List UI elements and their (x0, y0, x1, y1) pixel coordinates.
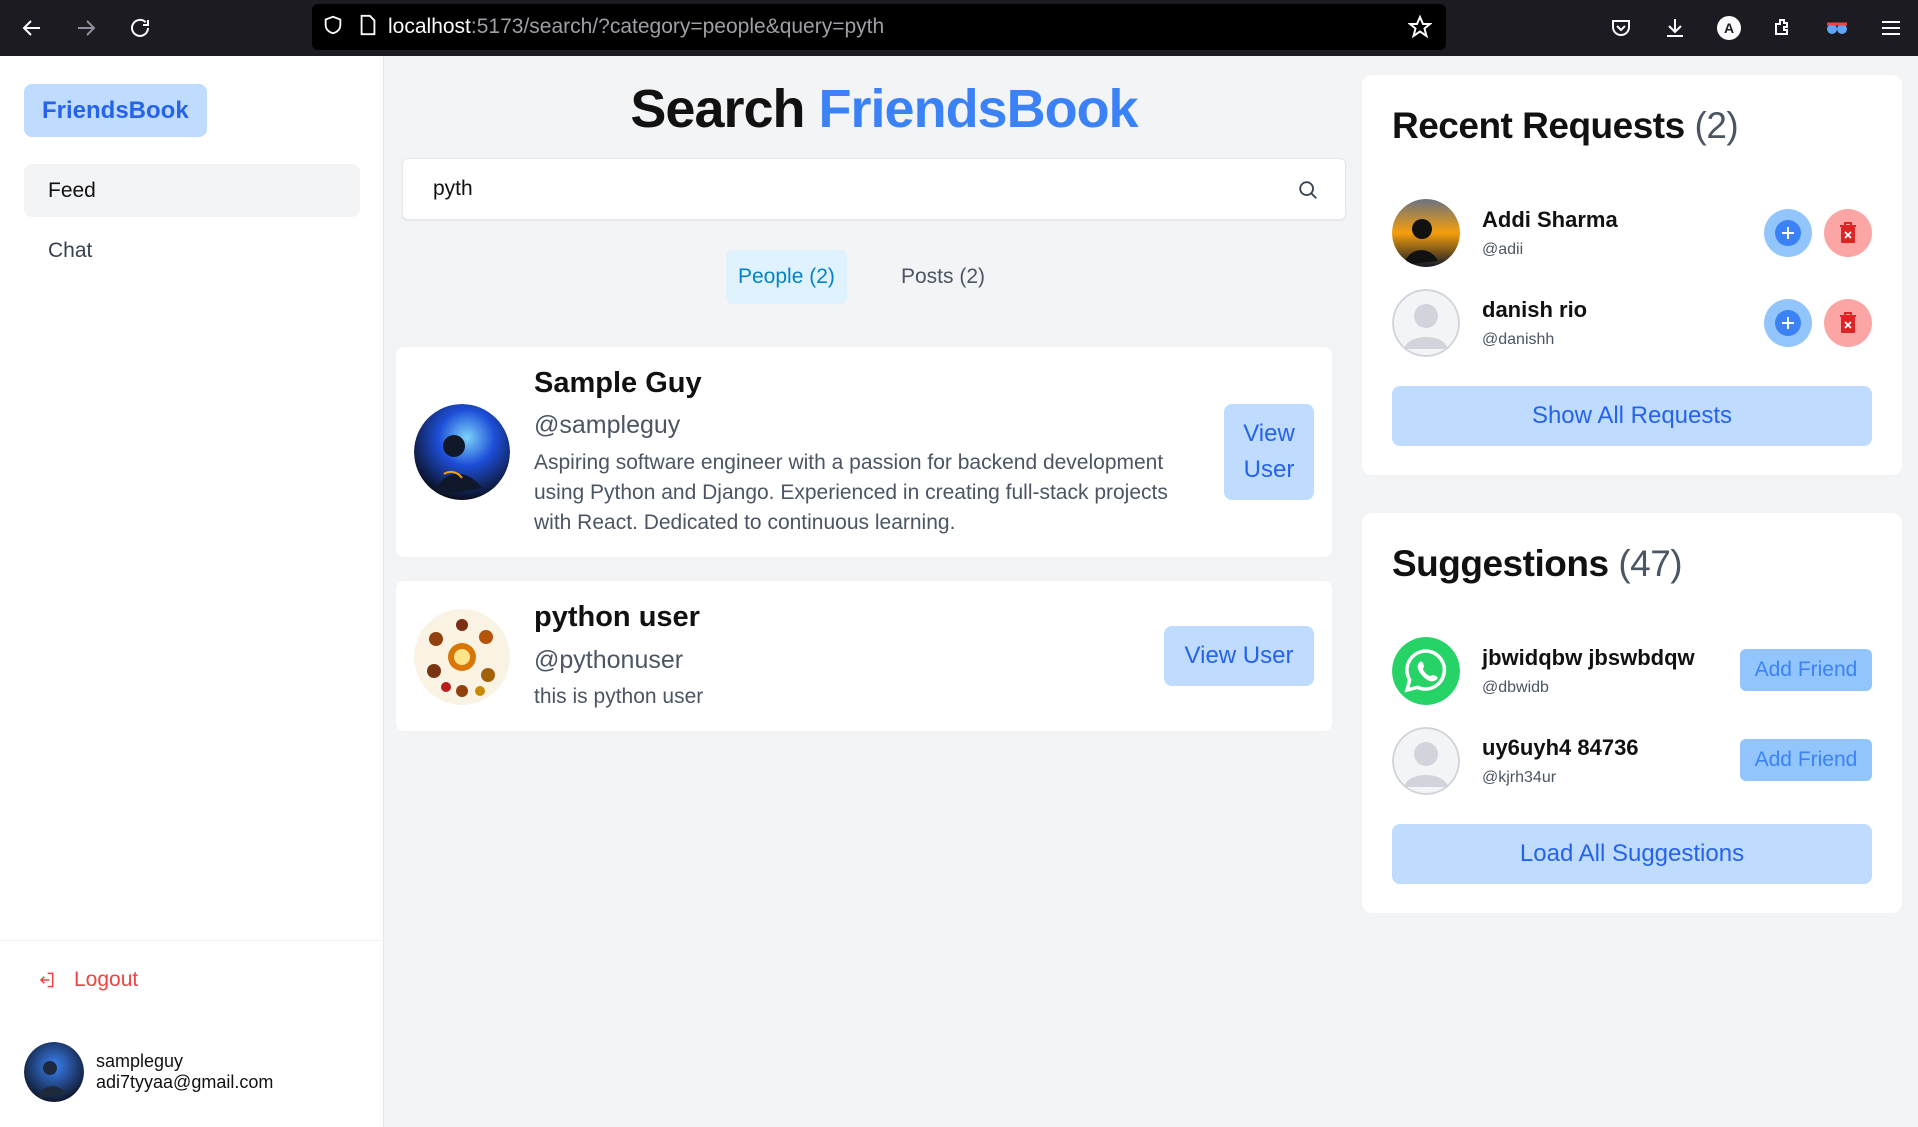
account-icon[interactable]: A (1702, 6, 1756, 50)
address-bar[interactable]: localhost:5173/search/?category=people&q… (312, 4, 1446, 50)
menu-icon[interactable] (1864, 6, 1918, 50)
page-title: Search FriendsBook (630, 79, 1138, 139)
recent-requests-panel: Recent Requests (2) Addi Sharma @adii da… (1362, 75, 1902, 475)
browser-toolbar: localhost:5173/search/?category=people&q… (0, 0, 1918, 56)
avatar (1392, 199, 1460, 267)
show-all-requests-button[interactable]: Show All Requests (1392, 386, 1872, 446)
request-item: danish rio @danishh (1392, 289, 1872, 357)
request-handle: @danishh (1482, 331, 1555, 348)
suggestion-handle: @dbwidb (1482, 679, 1549, 696)
request-item: Addi Sharma @adii (1392, 199, 1872, 267)
extensions-icon[interactable] (1756, 6, 1810, 50)
reject-request-button[interactable] (1824, 209, 1872, 257)
reload-button[interactable] (118, 6, 162, 50)
suggestion-item: jbwidqbw jbswbdqw @dbwidb Add Friend (1392, 637, 1872, 705)
url-text[interactable]: localhost:5173/search/?category=people&q… (388, 15, 884, 39)
bookmark-star-icon[interactable] (1407, 14, 1433, 44)
current-user[interactable]: sampleguy adi7tyyaa@gmail.com (24, 1042, 273, 1102)
avatar (414, 609, 510, 705)
suggestions-panel: Suggestions (47) jbwidqbw jbswbdqw @dbwi… (1362, 513, 1902, 913)
private-mask-icon[interactable] (1810, 6, 1864, 50)
back-button[interactable] (10, 6, 54, 50)
plus-circle-icon (1775, 220, 1801, 246)
suggestions-title: Suggestions (47) (1392, 543, 1683, 584)
result-bio: Aspiring software engineer with a passio… (534, 451, 1168, 534)
avatar-placeholder (1392, 727, 1460, 795)
avatar (414, 404, 510, 500)
suggestion-item: uy6uyh4 84736 @kjrh34ur Add Friend (1392, 727, 1872, 795)
sidebar-item-chat[interactable]: Chat (24, 224, 360, 277)
search-box[interactable] (402, 158, 1346, 220)
pocket-icon[interactable] (1594, 6, 1648, 50)
request-handle: @adii (1482, 241, 1524, 258)
result-name: python user (534, 601, 700, 633)
reject-request-button[interactable] (1824, 299, 1872, 347)
trash-icon (1840, 312, 1856, 333)
trash-icon (1840, 222, 1856, 243)
request-name[interactable]: danish rio (1482, 297, 1587, 323)
logout-label: Logout (74, 968, 139, 991)
shield-icon[interactable] (322, 14, 344, 41)
view-user-button[interactable]: View User (1224, 404, 1314, 500)
add-friend-button[interactable]: Add Friend (1740, 739, 1872, 781)
result-card: Sample Guy @sampleguy Aspiring software … (396, 347, 1332, 557)
profile-username: sampleguy (96, 1051, 184, 1071)
search-icon[interactable] (1297, 179, 1319, 206)
profile-email: adi7tyyaa@gmail.com (96, 1072, 274, 1092)
search-input[interactable] (433, 177, 1253, 201)
accept-request-button[interactable] (1764, 209, 1812, 257)
load-all-suggestions-button[interactable]: Load All Suggestions (1392, 824, 1872, 884)
logout-button[interactable]: Logout (36, 968, 138, 992)
whatsapp-icon (1392, 637, 1460, 705)
suggestion-name[interactable]: uy6uyh4 84736 (1482, 735, 1639, 761)
result-bio: this is python user (534, 685, 704, 708)
sidebar: FriendsBook Feed Chat Logout sampleguy a… (0, 56, 384, 1127)
download-icon[interactable] (1648, 6, 1702, 50)
suggestion-handle: @kjrh34ur (1482, 769, 1557, 786)
sidebar-item-feed[interactable]: Feed (24, 164, 360, 217)
avatar (24, 1042, 84, 1102)
forward-button[interactable] (64, 6, 108, 50)
requests-title: Recent Requests (2) (1392, 105, 1739, 146)
logout-icon (39, 972, 54, 988)
tab-people[interactable]: People (2) (726, 250, 847, 304)
accept-request-button[interactable] (1764, 299, 1812, 347)
sidebar-divider (0, 940, 384, 941)
result-card: python user @pythonuser this is python u… (396, 581, 1332, 731)
tab-posts[interactable]: Posts (2) (889, 250, 997, 304)
add-friend-button[interactable]: Add Friend (1740, 649, 1872, 691)
brand-logo[interactable]: FriendsBook (24, 84, 207, 137)
result-handle: @sampleguy (534, 411, 681, 439)
result-name: Sample Guy (534, 367, 702, 399)
suggestion-name[interactable]: jbwidqbw jbswbdqw (1482, 645, 1695, 671)
page-icon (358, 14, 378, 41)
result-handle: @pythonuser (534, 646, 684, 674)
avatar-placeholder (1392, 289, 1460, 357)
view-user-button[interactable]: View User (1164, 626, 1314, 686)
request-name[interactable]: Addi Sharma (1482, 207, 1618, 233)
plus-circle-icon (1775, 310, 1801, 336)
